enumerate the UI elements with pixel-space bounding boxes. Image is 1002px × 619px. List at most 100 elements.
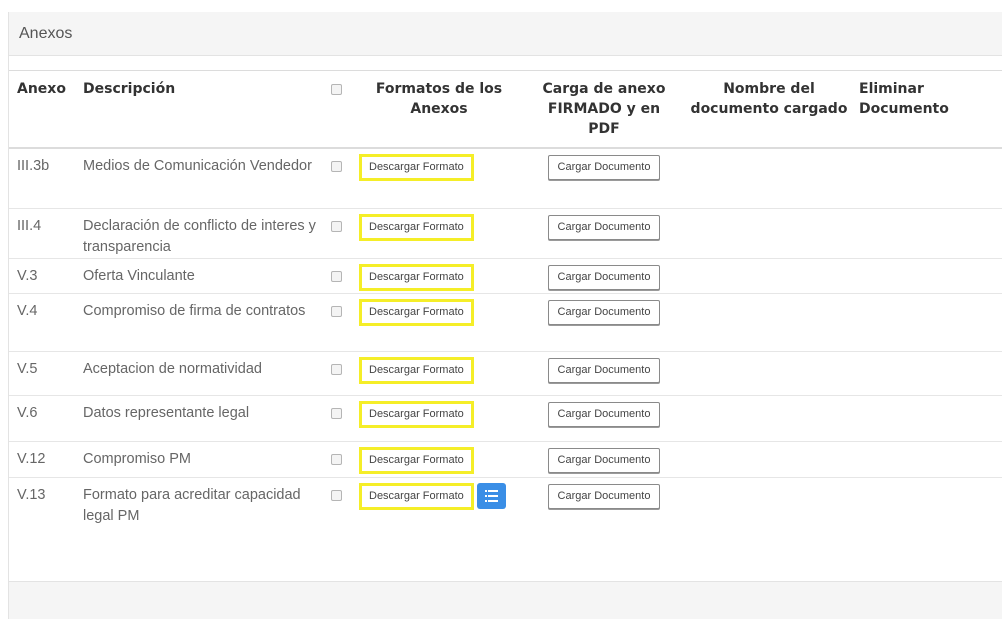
- anexo-description: Datos representante legal: [83, 404, 250, 421]
- anexo-code: V.3: [17, 267, 38, 284]
- upload-document-button[interactable]: Cargar Documento: [547, 483, 661, 509]
- header-descripcion: Descripción: [83, 81, 176, 97]
- anexo-description: Aceptacion de normatividad: [83, 360, 262, 377]
- nombre-cell: [679, 395, 859, 441]
- carga-cell: Cargar Documento: [529, 351, 679, 395]
- formatos-cell: Descargar Formato: [349, 148, 529, 208]
- eliminar-cell: [859, 351, 1002, 395]
- download-format-button[interactable]: Descargar Formato: [359, 482, 474, 510]
- row-checkbox[interactable]: [331, 305, 342, 317]
- anexo-description: Medios de Comunicación Vendedor: [83, 158, 312, 174]
- anexo-description: Oferta Vinculante: [83, 267, 195, 284]
- anexo-code: V.13: [17, 486, 46, 503]
- row-select-cell: [329, 477, 349, 537]
- eliminar-cell: [859, 477, 1002, 537]
- row-checkbox[interactable]: [331, 453, 342, 465]
- table-header-row: Anexo Descripción Formatos de los Anexos…: [9, 70, 1002, 149]
- row-checkbox[interactable]: [331, 270, 342, 282]
- eliminar-cell: [859, 258, 1002, 293]
- upload-document-button[interactable]: Cargar Documento: [547, 447, 661, 473]
- nombre-cell: [679, 148, 859, 208]
- carga-cell: Cargar Documento: [529, 258, 679, 293]
- eliminar-cell: [859, 208, 1002, 258]
- download-format-button[interactable]: Descargar Formato: [359, 263, 474, 291]
- table-row: V.6 Datos representante legal Descargar Fo…: [9, 395, 1002, 441]
- table-row: V.13 Formato para acreditar capacidad leg…: [9, 477, 1002, 537]
- upload-document-button[interactable]: Cargar Documento: [547, 299, 661, 325]
- upload-document-button[interactable]: Cargar Documento: [547, 401, 661, 427]
- row-checkbox[interactable]: [331, 407, 342, 419]
- nombre-cell: [679, 441, 859, 477]
- download-format-button[interactable]: Descargar Formato: [359, 298, 474, 326]
- download-format-button[interactable]: Descargar Formato: [359, 400, 474, 428]
- header-anexo: Anexo: [17, 81, 66, 97]
- row-select-cell: [329, 208, 349, 258]
- anexo-description: Compromiso de firma de contratos: [83, 302, 306, 319]
- table-row: V.5 Aceptacion de normatividad Descargar F…: [9, 351, 1002, 395]
- carga-cell: Cargar Documento: [529, 148, 679, 208]
- eliminar-cell: [859, 441, 1002, 477]
- carga-cell: Cargar Documento: [529, 477, 679, 537]
- nombre-cell: [679, 477, 859, 537]
- select-all-checkbox[interactable]: [331, 84, 342, 95]
- download-format-button[interactable]: Descargar Formato: [359, 446, 474, 474]
- panel-title: Anexos: [9, 12, 1002, 56]
- table-row: III.4 Declaración de conflicto de interes…: [9, 208, 1002, 258]
- row-select-cell: [329, 351, 349, 395]
- carga-cell: Cargar Documento: [529, 208, 679, 258]
- header-formatos: Formatos de los Anexos: [375, 81, 503, 117]
- eliminar-cell: [859, 293, 1002, 351]
- panel-footer: [9, 581, 1002, 619]
- row-select-cell: [329, 148, 349, 208]
- anexo-code: III.4: [17, 217, 42, 234]
- anexo-code: V.12: [17, 450, 46, 467]
- row-select-cell: [329, 395, 349, 441]
- row-select-cell: [329, 258, 349, 293]
- table-row: V.4 Compromiso de firma de contratos Desca…: [9, 293, 1002, 351]
- upload-document-button[interactable]: Cargar Documento: [547, 214, 661, 240]
- list-icon[interactable]: [476, 482, 506, 509]
- carga-cell: Cargar Documento: [529, 293, 679, 351]
- formatos-cell: Descargar Formato: [349, 208, 529, 258]
- table-row: V.12 Compromiso PM Descargar Formato Cargar…: [9, 441, 1002, 477]
- row-checkbox[interactable]: [331, 220, 342, 232]
- download-format-button[interactable]: Descargar Formato: [359, 213, 474, 241]
- row-select-cell: [329, 293, 349, 351]
- formatos-cell: Descargar Formato: [349, 293, 529, 351]
- anexo-code: III.3b: [17, 158, 50, 174]
- anexos-table: Anexo Descripción Formatos de los Anexos…: [9, 70, 1002, 537]
- anexo-code: V.4: [17, 302, 38, 319]
- formatos-cell: Descargar Formato: [349, 477, 529, 537]
- header-select-all: [329, 71, 349, 149]
- row-checkbox[interactable]: [331, 489, 342, 501]
- upload-document-button[interactable]: Cargar Documento: [547, 264, 661, 290]
- anexo-description: Formato para acreditar capacidad legal P…: [83, 486, 301, 524]
- download-format-button[interactable]: Descargar Formato: [359, 154, 474, 181]
- nombre-cell: [679, 293, 859, 351]
- header-nombre: Nombre del documento cargado: [690, 81, 848, 117]
- eliminar-cell: [859, 395, 1002, 441]
- row-checkbox[interactable]: [331, 161, 342, 172]
- carga-cell: Cargar Documento: [529, 441, 679, 477]
- anexos-panel: Anexos Anexo Descripción Formatos de los…: [8, 12, 1002, 619]
- nombre-cell: [679, 351, 859, 395]
- anexo-code: V.5: [17, 360, 38, 377]
- table-row: V.3 Oferta Vinculante Descargar Formato Car…: [9, 258, 1002, 293]
- row-checkbox[interactable]: [331, 363, 342, 375]
- table-row: III.3b Medios de Comunicación Vendedor Des…: [9, 148, 1002, 208]
- anexo-code: V.6: [17, 404, 38, 421]
- row-select-cell: [329, 441, 349, 477]
- formatos-cell: Descargar Formato: [349, 258, 529, 293]
- nombre-cell: [679, 208, 859, 258]
- nombre-cell: [679, 258, 859, 293]
- upload-document-button[interactable]: Cargar Documento: [547, 155, 661, 180]
- anexo-description: Declaración de conflicto de interes y tr…: [83, 217, 316, 255]
- formatos-cell: Descargar Formato: [349, 395, 529, 441]
- header-eliminar: Eliminar Documento: [859, 81, 949, 117]
- eliminar-cell: [859, 148, 1002, 208]
- download-format-button[interactable]: Descargar Formato: [359, 356, 474, 384]
- carga-cell: Cargar Documento: [529, 395, 679, 441]
- header-carga: Carga de anexo FIRMADO y en PDF: [542, 81, 666, 137]
- formatos-cell: Descargar Formato: [349, 351, 529, 395]
- upload-document-button[interactable]: Cargar Documento: [547, 357, 661, 383]
